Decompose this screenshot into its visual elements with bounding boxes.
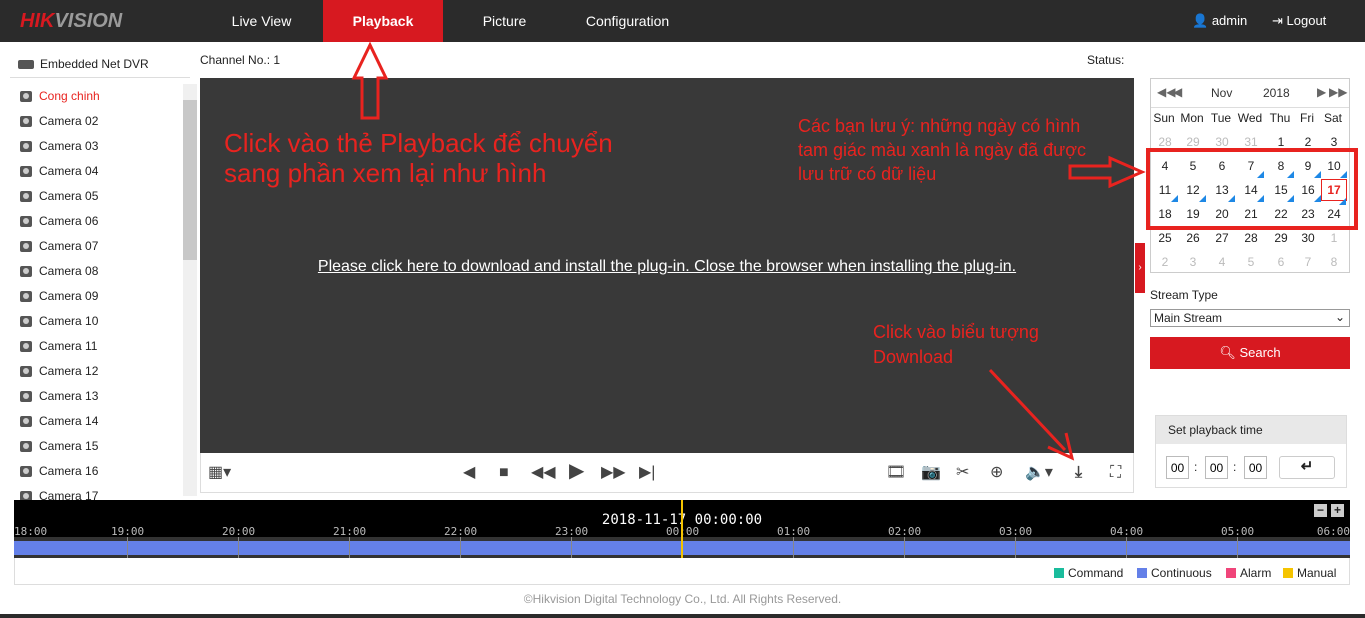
- annotation-arrows: [351, 41, 1146, 461]
- arrow-download: [988, 368, 1067, 452]
- arrow-up-playback: [351, 41, 389, 120]
- arrow-right-calendar: [1068, 155, 1146, 189]
